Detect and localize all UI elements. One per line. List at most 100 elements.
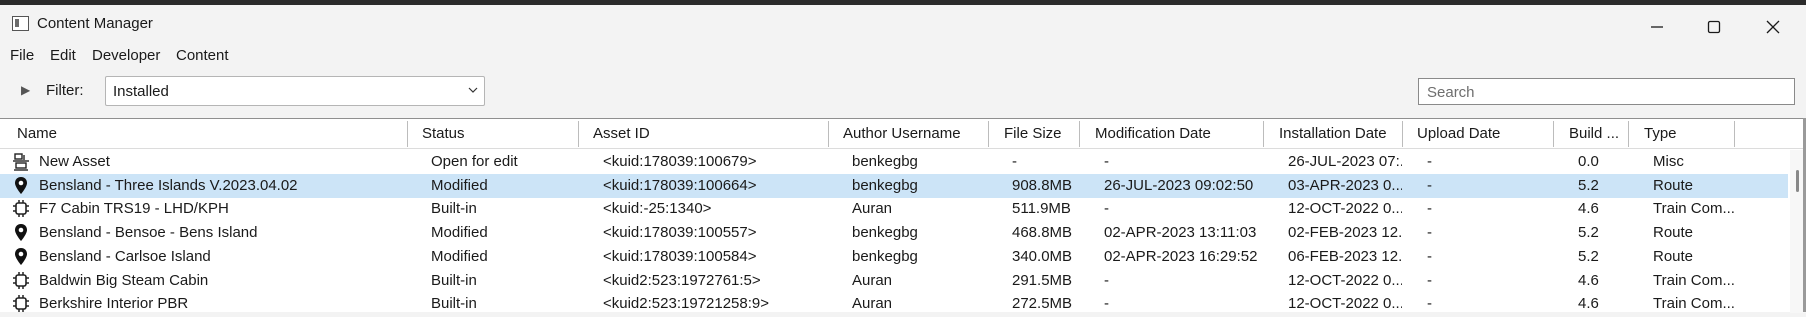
filter-select[interactable]: Installed [105, 76, 485, 106]
cell-name: F7 Cabin TRS19 - LHD/KPH [39, 200, 229, 218]
cell-author: benkegbg [852, 153, 918, 170]
menu-edit[interactable]: Edit [50, 47, 76, 64]
column-resize-handle[interactable] [1734, 121, 1735, 147]
column-resize-handle[interactable] [1553, 121, 1554, 147]
cell-installation-date: 12-OCT-2022 0... [1288, 271, 1402, 289]
cell-status: Modified [431, 247, 488, 265]
cell-type: Train Com... [1653, 271, 1735, 289]
cell-modification-date: - [1104, 295, 1109, 313]
cell-modification-date: 02-APR-2023 16:29:52 [1104, 247, 1258, 265]
cell-type: Route [1653, 176, 1694, 194]
column-header-author[interactable]: Author Username [843, 119, 961, 149]
cell-asset-id: <kuid:178039:100557> [603, 224, 757, 242]
cell-installation-date: 03-APR-2023 0... [1288, 176, 1402, 194]
maximize-icon [1707, 20, 1721, 34]
cell-type: Route [1653, 224, 1694, 242]
close-icon [1766, 20, 1780, 34]
table-row[interactable]: Bensland - Three Islands V.2023.04.02 Mod… [0, 173, 1788, 198]
filter-select-value: Installed [113, 83, 169, 100]
column-resize-handle[interactable] [828, 121, 829, 147]
column-resize-handle[interactable] [1079, 121, 1080, 147]
cell-asset-id: <kuid:178039:100679> [603, 153, 757, 170]
cabin-icon [12, 294, 30, 313]
cell-modification-date: 26-JUL-2023 09:02:50 [1104, 176, 1254, 194]
column-resize-handle[interactable] [1628, 121, 1629, 147]
table-row[interactable]: Berkshire Interior PBR Built-in <kuid2:523… [0, 292, 1788, 316]
column-header-type[interactable]: Type [1644, 119, 1677, 149]
filter-label: Filter: [46, 82, 84, 99]
column-resize-handle[interactable] [578, 121, 579, 147]
column-header-modification-date[interactable]: Modification Date [1095, 119, 1211, 149]
cell-file-size: 291.5MB [1012, 271, 1073, 289]
cell-installation-date: 12-OCT-2022 0... [1288, 200, 1402, 218]
cell-type: Train Com... [1653, 295, 1735, 313]
column-header-status[interactable]: Status [422, 119, 465, 149]
cell-author: benkegbg [852, 224, 918, 242]
cell-build: 4.6 [1578, 200, 1599, 218]
scrollbar-thumb[interactable] [1796, 170, 1799, 192]
asset-icon [12, 152, 30, 171]
route-pin-icon [12, 176, 30, 195]
table-header: Name Status Asset ID Author Username Fil… [0, 119, 1806, 149]
route-pin-icon [12, 247, 30, 266]
column-header-asset-id[interactable]: Asset ID [593, 119, 650, 149]
cell-file-size: 511.9MB [1012, 200, 1071, 218]
cell-modification-date: - [1104, 153, 1109, 170]
cell-status: Built-in [431, 271, 477, 289]
cell-type: Route [1653, 247, 1694, 265]
title-bar[interactable]: Content Manager [0, 5, 1806, 45]
table-row[interactable]: F7 Cabin TRS19 - LHD/KPH Built-in <kuid:-2… [0, 197, 1788, 221]
menu-content[interactable]: Content [176, 47, 229, 64]
cell-name: Bensland - Carlsoe Island [39, 247, 211, 265]
table-row[interactable]: New Asset Open for edit <kuid:178039:10067… [0, 150, 1788, 174]
column-resize-handle[interactable] [1402, 121, 1403, 147]
chevron-down-icon [468, 87, 478, 93]
cell-name: Baldwin Big Steam Cabin [39, 271, 209, 289]
cell-status: Modified [431, 176, 488, 194]
cell-author: benkegbg [852, 247, 918, 265]
cell-upload-date: - [1427, 224, 1432, 242]
cell-installation-date: 26-JUL-2023 07:... [1288, 153, 1402, 170]
column-resize-handle[interactable] [1263, 121, 1264, 147]
cell-upload-date: - [1427, 200, 1432, 218]
menu-file[interactable]: File [10, 47, 34, 64]
column-resize-handle[interactable] [988, 121, 989, 147]
cell-upload-date: - [1427, 295, 1432, 313]
column-header-upload-date[interactable]: Upload Date [1417, 119, 1500, 149]
maximize-button[interactable] [1685, 10, 1743, 44]
cell-asset-id: <kuid:178039:100584> [603, 247, 757, 265]
route-pin-icon [12, 223, 30, 242]
cabin-icon [12, 199, 30, 218]
column-header-build[interactable]: Build ... [1569, 119, 1619, 149]
table-row[interactable]: Baldwin Big Steam Cabin Built-in <kuid2:52… [0, 269, 1788, 293]
cell-name: Bensland - Three Islands V.2023.04.02 [39, 176, 298, 194]
menu-developer[interactable]: Developer [92, 47, 160, 64]
cell-installation-date: 12-OCT-2022 0... [1288, 295, 1402, 313]
column-header-installation-date[interactable]: Installation Date [1279, 119, 1387, 149]
cell-build: 0.0 [1578, 153, 1599, 170]
cell-type: Train Com... [1653, 200, 1735, 218]
cell-status: Built-in [431, 295, 477, 313]
cell-file-size: 908.8MB [1012, 176, 1073, 194]
column-header-name[interactable]: Name [17, 119, 57, 149]
cell-file-size: 468.8MB [1012, 224, 1073, 242]
app-icon [12, 16, 29, 31]
cell-build: 4.6 [1578, 295, 1599, 313]
search-placeholder: Search [1427, 84, 1475, 101]
cell-upload-date: - [1427, 247, 1432, 265]
search-input[interactable]: Search [1418, 78, 1795, 105]
column-resize-handle[interactable] [407, 121, 408, 147]
cell-asset-id: <kuid2:523:19721258:9> [603, 295, 769, 313]
cell-author: Auran [852, 295, 893, 313]
expand-filter-icon[interactable]: ▶ [21, 83, 30, 97]
minimize-button[interactable] [1628, 10, 1686, 44]
cell-modification-date: - [1104, 271, 1109, 289]
column-header-file-size[interactable]: File Size [1004, 119, 1062, 149]
close-button[interactable] [1744, 10, 1802, 44]
cabin-icon [12, 271, 30, 290]
cell-upload-date: - [1427, 176, 1432, 194]
table-row[interactable]: Bensland - Bensoe - Bens Island Modified <… [0, 221, 1788, 245]
cell-status: Modified [431, 224, 488, 242]
cell-author: benkegbg [852, 176, 918, 194]
table-row[interactable]: Bensland - Carlsoe Island Modified <kuid:1… [0, 245, 1788, 269]
